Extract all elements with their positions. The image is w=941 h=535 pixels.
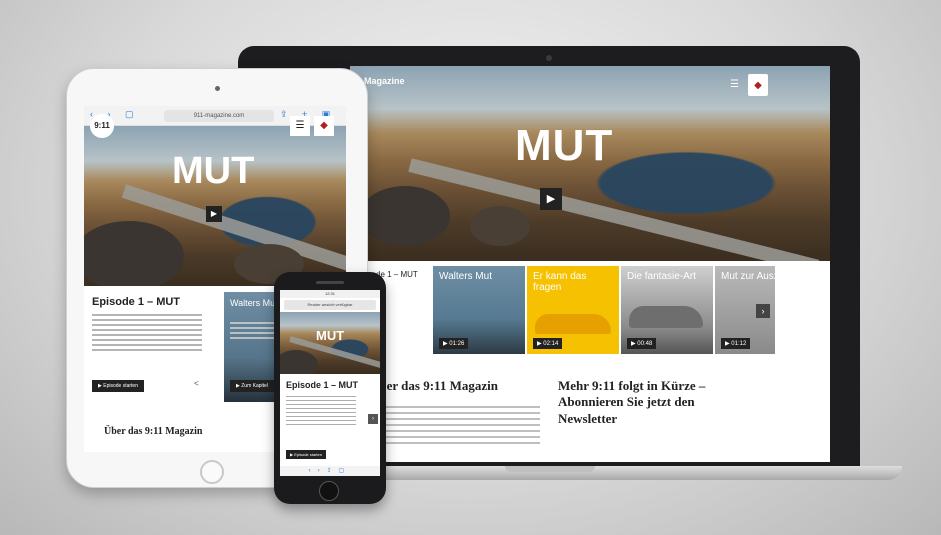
play-button[interactable]: ▶ xyxy=(540,188,562,210)
porsche-crest-icon[interactable]: ◆ xyxy=(314,116,334,136)
episode-title: Episode 1 – MUT xyxy=(92,296,181,308)
card-title: Walters Mut xyxy=(439,271,492,282)
carousel-next-icon[interactable]: › xyxy=(368,414,378,424)
card-title: Walters Mut xyxy=(230,298,278,308)
carousel-next-icon[interactable]: › xyxy=(756,304,770,318)
start-episode-button[interactable]: ▶ Episode starten xyxy=(92,380,144,392)
share-icon[interactable]: < xyxy=(194,379,199,388)
menu-icon[interactable]: ☰ xyxy=(290,116,310,136)
play-button[interactable]: ▶ xyxy=(206,206,222,222)
menu-icon[interactable]: ☰ xyxy=(730,79,739,90)
site-logo[interactable]: 9:11 xyxy=(90,114,114,138)
card-title: Mut zur Auszeit xyxy=(721,271,775,282)
chapter-card[interactable]: Die fantasie-Art ▶ 00:48 xyxy=(621,266,713,354)
card-duration: ▶ 01:26 xyxy=(439,338,469,349)
laptop-notch xyxy=(505,466,595,472)
card-duration: ▶ 00:48 xyxy=(627,338,657,349)
hero-title: MUT xyxy=(316,328,345,343)
card-title: Die fantasie-Art xyxy=(627,271,696,282)
laptop-camera xyxy=(546,55,552,61)
address-bar[interactable]: Reader ansicht verfügbar xyxy=(284,300,376,310)
browser-bottom-bar[interactable]: ‹›⇪▢ xyxy=(280,466,380,476)
car-image xyxy=(629,306,703,328)
phone-speaker xyxy=(316,281,344,284)
porsche-crest-icon[interactable]: ◆ xyxy=(748,74,768,96)
hero-title: MUT xyxy=(515,121,614,170)
phone-screen: 12:31 Reader ansicht verfügbar MUT Episo… xyxy=(280,290,380,476)
laptop-screen: Magazine ☰ ◆ MUT ▶ Episode 1 – MUT Walte… xyxy=(350,66,830,462)
card-duration: ▶ 01:12 xyxy=(721,338,751,349)
yellow-car-image xyxy=(535,314,611,334)
phone-hero-image xyxy=(280,312,380,374)
site-logo[interactable]: Magazine xyxy=(364,76,405,86)
about-heading: Über das 9:11 Magazin xyxy=(104,426,203,437)
episode-description xyxy=(92,314,202,354)
start-episode-button[interactable]: ▶ Episode starten xyxy=(286,450,326,459)
card-title: Er kann das fragen xyxy=(533,271,587,293)
chapter-button[interactable]: ▶ Zum Kapitel xyxy=(230,380,274,392)
chapter-card[interactable]: Er kann das fragen ▶ 02:14 xyxy=(527,266,619,354)
about-heading: Über das 9:11 Magazin xyxy=(370,378,498,393)
address-bar[interactable]: 911-magazine.com xyxy=(164,110,274,122)
tablet-home-button[interactable] xyxy=(200,460,224,484)
about-text xyxy=(370,406,540,446)
episode-title: Episode 1 – MUT xyxy=(286,380,359,390)
phone-home-button[interactable] xyxy=(319,481,339,501)
chapter-card[interactable]: Walters Mut ▶ 01:26 xyxy=(433,266,525,354)
newsletter-heading: Mehr 9:11 folgt in Kürze – Abonnieren Si… xyxy=(558,378,706,426)
tablet-camera xyxy=(215,86,220,91)
status-bar: 12:31 xyxy=(280,290,380,298)
episode-description xyxy=(286,396,356,426)
card-duration: ▶ 02:14 xyxy=(533,338,563,349)
hero-title: MUT xyxy=(172,150,255,192)
